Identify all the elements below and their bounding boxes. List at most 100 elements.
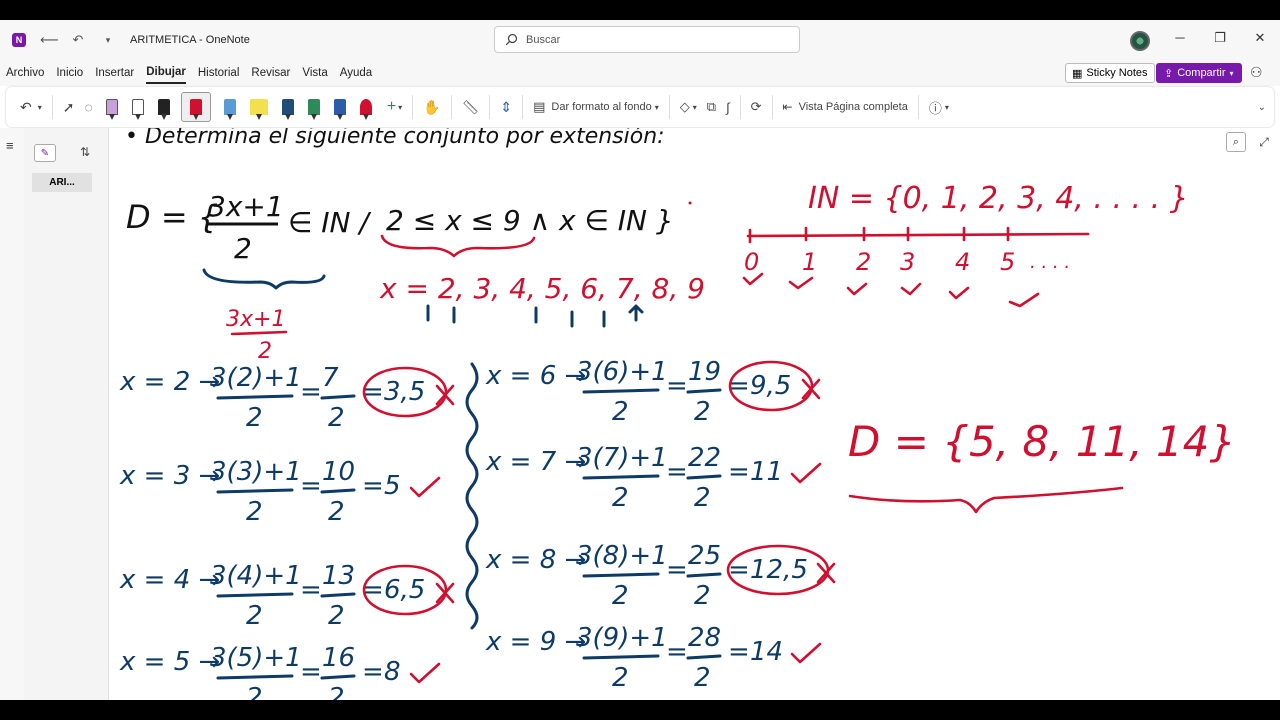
- sort-pages-icon[interactable]: ⇅: [80, 145, 90, 159]
- highlighter-pen-purple[interactable]: [105, 95, 119, 120]
- calc-result: 5: [384, 471, 401, 501]
- onenote-logo-icon: N: [12, 33, 26, 47]
- undo-button[interactable]: ↶ ▾: [20, 99, 42, 116]
- calc-equals: =: [666, 637, 688, 667]
- menu-historial[interactable]: Historial: [198, 63, 240, 83]
- number-line-label: 5: [1000, 248, 1015, 276]
- share-button[interactable]: ⇪ Compartir ▾: [1156, 63, 1242, 83]
- calc-x-label: x = 8 →: [485, 545, 586, 575]
- number-line-label: . . . .: [1030, 252, 1070, 273]
- add-pen-icon[interactable]: + ▾: [387, 98, 402, 116]
- customize-toolbar-icon[interactable]: ▾: [100, 35, 116, 46]
- user-avatar[interactable]: [1130, 31, 1150, 51]
- calc-denominator: 2: [328, 683, 345, 700]
- ribbon-collapse-icon[interactable]: ⌄: [1258, 102, 1266, 113]
- pen-green[interactable]: [307, 95, 321, 120]
- ink-drawing: • Determina el siguiente conjunto por ex…: [119, 128, 1236, 700]
- calc-equals: =: [300, 471, 322, 501]
- note-canvas[interactable]: ⌕ ⤢ • Determina el siguiente conjunto po…: [110, 128, 1280, 700]
- back-icon[interactable]: ⟵: [40, 32, 59, 48]
- calc-equals: =: [300, 575, 322, 605]
- calc-expression: 3(4)+1: [210, 561, 302, 591]
- menu-vista[interactable]: Vista: [302, 63, 327, 83]
- answer-brace: [848, 486, 1124, 514]
- people-icon[interactable]: ⚇: [1250, 64, 1263, 81]
- help-icon[interactable]: ⓘ ▾: [929, 98, 949, 117]
- search-input[interactable]: [526, 33, 776, 46]
- menu-revisar[interactable]: Revisar: [251, 63, 290, 83]
- check-mark: [846, 282, 868, 296]
- calc-equals: =: [666, 457, 688, 487]
- pen-red-selected[interactable]: [180, 92, 211, 122]
- left-calculations: x = 2 →3(2)+12= 72= 3,5x = 3 →3(3)+12= 102=…: [119, 363, 455, 700]
- pencil-black[interactable]: [131, 95, 145, 120]
- menu-ayuda[interactable]: Ayuda: [340, 63, 372, 83]
- calc-x-label: x = 3 →: [119, 461, 220, 491]
- number-line-label: 0: [744, 248, 759, 276]
- ribbon-separator: [771, 95, 773, 119]
- calc-expression: 3(9)+1: [576, 623, 668, 653]
- chevron-down-icon: ▾: [1229, 68, 1234, 78]
- fraction-brace: [202, 268, 326, 290]
- calc-equals: =: [728, 637, 750, 667]
- menu-archivo[interactable]: Archivo: [6, 63, 44, 83]
- calc-denominator: 2: [694, 581, 711, 611]
- pen-black[interactable]: [157, 95, 171, 120]
- hamburger-menu-icon[interactable]: ≡: [6, 138, 14, 153]
- undo-icon[interactable]: ↶: [70, 32, 86, 48]
- calc-denominator: 2: [694, 397, 711, 427]
- select-arrow-icon[interactable]: ➚: [63, 99, 75, 116]
- ribbon-separator: [489, 95, 491, 119]
- menu-inicio[interactable]: Inicio: [56, 63, 83, 83]
- calc-denominator: 2: [246, 497, 263, 527]
- pen-blue[interactable]: [333, 95, 347, 120]
- sticky-notes-button[interactable]: ▦ Sticky Notes: [1065, 63, 1155, 83]
- insert-space-icon[interactable]: ⇕: [500, 99, 512, 116]
- touch-draw-icon[interactable]: ✋: [423, 99, 440, 116]
- set-denominator: 2: [234, 232, 252, 265]
- restore-icon[interactable]: ❐: [1210, 30, 1230, 50]
- menu-insertar[interactable]: Insertar: [95, 63, 134, 83]
- full-page-view-label: Vista Página completa: [798, 101, 908, 113]
- calc-denominator: 2: [612, 397, 629, 427]
- full-page-view-button[interactable]: ⇤ Vista Página completa: [783, 100, 908, 114]
- pen-light-blue[interactable]: [223, 95, 237, 120]
- number-line-label: 4: [955, 248, 970, 276]
- minimize-icon[interactable]: ─: [1170, 30, 1190, 50]
- calc-fraction-bar: [582, 654, 660, 660]
- calc-equals: =: [666, 555, 688, 585]
- calc-x-label: x = 6 →: [485, 361, 586, 391]
- chevron-down-icon: ▾: [654, 102, 659, 112]
- calc-denominator: 2: [694, 483, 711, 513]
- calc-x-label: x = 5 →: [119, 647, 220, 677]
- ink-to-shape-icon[interactable]: ⧉: [707, 99, 716, 115]
- calc-equals: =: [728, 457, 750, 487]
- add-page-icon[interactable]: ✎: [34, 144, 56, 162]
- calc-fraction-bar: [320, 488, 356, 494]
- calc-x-label: x = 7 →: [485, 447, 586, 477]
- lasso-select-icon[interactable]: ◌: [84, 99, 92, 115]
- ribbon-separator: [917, 95, 919, 119]
- ink-replay-icon[interactable]: ⟳: [751, 99, 762, 115]
- shapes-icon[interactable]: ◇ ▾: [680, 99, 697, 115]
- pen-dark-blue[interactable]: [281, 95, 295, 120]
- calc-expression: 3(7)+1: [576, 443, 668, 473]
- calc-equals: =: [300, 657, 322, 687]
- menu-dibujar[interactable]: Dibujar: [146, 62, 186, 84]
- calc-result: 3,5: [384, 377, 425, 407]
- close-icon[interactable]: ✕: [1250, 30, 1270, 50]
- ribbon-separator: [739, 95, 741, 119]
- calc-fraction-bar: [216, 394, 294, 400]
- ruler-icon[interactable]: 📏︎: [462, 99, 480, 116]
- pen-red-marker[interactable]: [359, 95, 373, 120]
- page-tab-aritmetica[interactable]: ARI...: [32, 173, 92, 192]
- format-background-button[interactable]: ▤ Dar formato al fondo ▾: [533, 99, 659, 115]
- calc-result: 14: [750, 637, 783, 667]
- search-box[interactable]: [494, 26, 800, 53]
- highlighter-yellow[interactable]: [249, 95, 269, 120]
- check-mark: [948, 286, 970, 300]
- ink-to-math-icon[interactable]: ∫: [726, 100, 730, 115]
- calc-x-label: x = 2 →: [119, 367, 220, 397]
- number-line-label: 3: [900, 248, 915, 276]
- expression-numerator: 3x+1: [226, 307, 285, 332]
